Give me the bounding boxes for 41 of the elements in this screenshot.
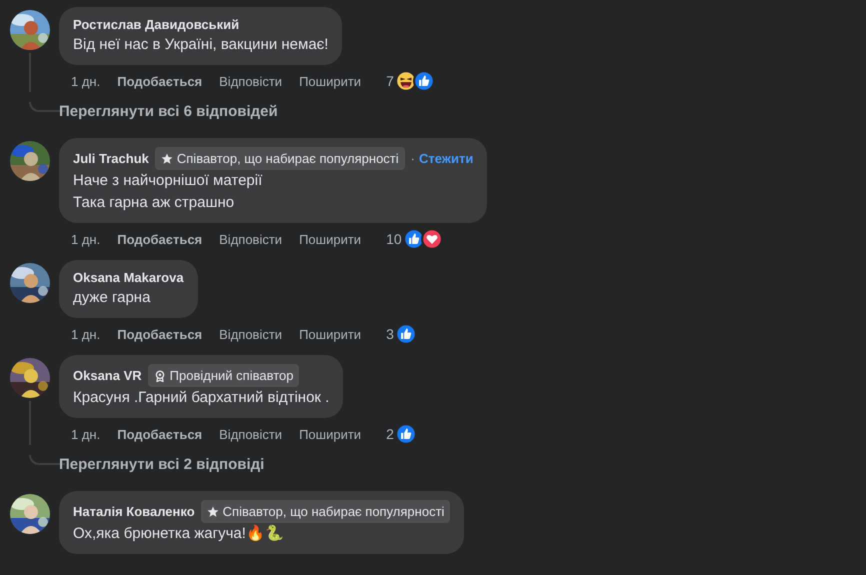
like-link[interactable]: Подобається: [117, 426, 202, 442]
like-link[interactable]: Подобається: [117, 74, 202, 88]
author-name[interactable]: Juli Trachuk: [73, 150, 149, 168]
author-name[interactable]: Ростислав Давидовський: [73, 16, 240, 34]
follow-link[interactable]: Стежити: [418, 151, 474, 166]
view-replies-link[interactable]: Переглянути всі 2 відповіді: [59, 455, 866, 475]
reaction-count[interactable]: 7: [386, 73, 394, 89]
author-name[interactable]: Oksana VR: [73, 366, 142, 384]
reply-link[interactable]: Відповісти: [219, 326, 282, 342]
author-name[interactable]: Наталія Коваленко: [73, 502, 195, 520]
badge-label: Провідний співавтор: [170, 367, 294, 384]
star-icon: [160, 152, 173, 164]
badge-label: Співавтор, що набирає популярності: [222, 503, 444, 520]
author-name[interactable]: Oksana Makarova: [73, 269, 184, 287]
reaction-count[interactable]: 2: [386, 426, 394, 442]
reaction-count[interactable]: 3: [386, 326, 394, 342]
share-link[interactable]: Поширити: [299, 232, 362, 246]
share-link[interactable]: Поширити: [299, 426, 362, 442]
timestamp[interactable]: 1 дн.: [71, 326, 100, 342]
timestamp[interactable]: 1 дн.: [71, 426, 100, 442]
timestamp[interactable]: 1 дн.: [71, 74, 100, 88]
view-replies-link[interactable]: Переглянути всі 6 відповідей: [59, 102, 866, 122]
reply-link[interactable]: Відповісти: [219, 74, 282, 88]
timestamp[interactable]: 1 дн.: [71, 232, 100, 246]
reaction-count[interactable]: 10: [386, 231, 402, 247]
badge-label: Співавтор, що набирає популярності: [176, 150, 399, 167]
comment-text: Така гарна аж страшно: [73, 193, 236, 213]
separator-dot: ·: [410, 151, 415, 166]
award-icon: [154, 370, 166, 382]
comment-text: Ох,яка брюнетка жагуча!🔥🐍: [73, 524, 285, 544]
share-link[interactable]: Поширити: [299, 74, 362, 88]
reply-link[interactable]: Відповісти: [219, 426, 282, 442]
comment-text: Красуня .Гарний бархатний відтінок .: [73, 388, 330, 408]
comment-text: Наче з найчорнішої матерії: [73, 171, 264, 191]
star-icon: [206, 506, 219, 518]
comment-text: дуже гарна: [73, 288, 152, 308]
like-link[interactable]: Подобається: [117, 232, 202, 246]
comment-text: Від неї нас в Україні, вакцини немає!: [73, 35, 328, 55]
like-link[interactable]: Подобається: [117, 326, 202, 342]
reply-link[interactable]: Відповісти: [219, 232, 282, 246]
share-link[interactable]: Поширити: [299, 326, 362, 342]
